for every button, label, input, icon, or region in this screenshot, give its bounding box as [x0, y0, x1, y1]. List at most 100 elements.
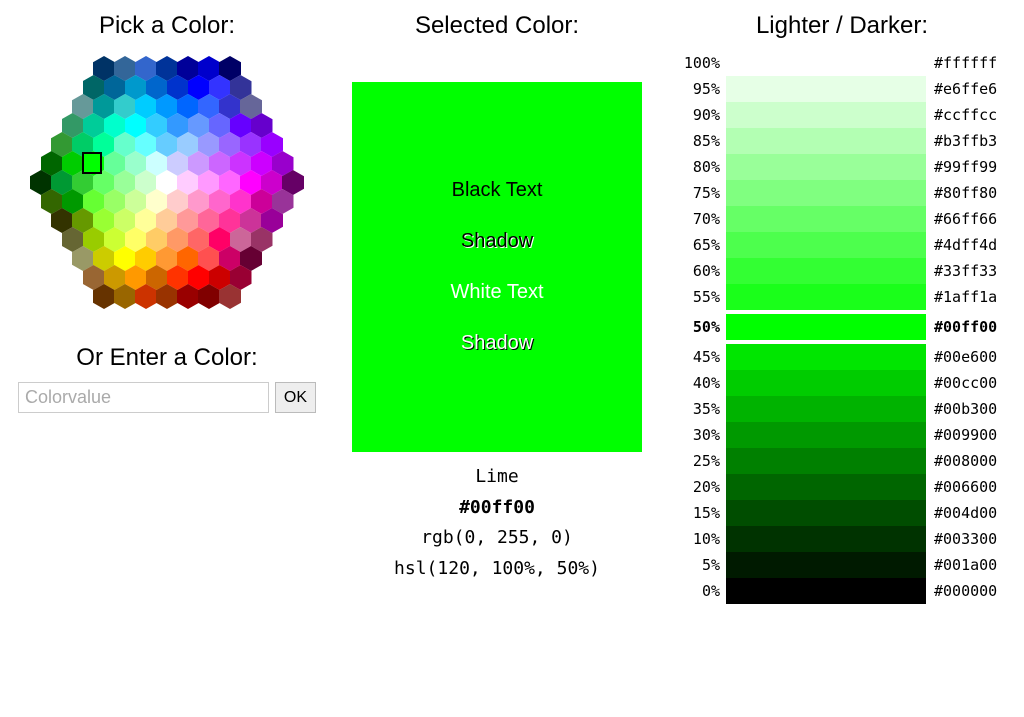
scale-percent: 0%: [672, 578, 726, 604]
scale-hex-value: #4dff4d: [926, 232, 1012, 258]
scale-color-bar[interactable]: [726, 370, 926, 396]
scale-color-bar[interactable]: [726, 232, 926, 258]
scale-color-bar[interactable]: [726, 206, 926, 232]
enter-color-title: Or Enter a Color:: [12, 344, 322, 372]
scale-color-bar[interactable]: [726, 128, 926, 154]
scale-color-bar[interactable]: [726, 314, 926, 340]
scale-row[interactable]: 55% #1aff1a: [672, 284, 1012, 310]
scale-row[interactable]: 90% #ccffcc: [672, 102, 1012, 128]
selected-title: Selected Color:: [342, 12, 652, 40]
scale-color-bar[interactable]: [726, 422, 926, 448]
scale-row[interactable]: 40%#00cc00: [672, 370, 1012, 396]
scale-color-bar[interactable]: [726, 180, 926, 206]
scale-color-bar[interactable]: [726, 154, 926, 180]
scale-hex-value: #e6ffe6: [926, 76, 1012, 102]
hex-cell[interactable]: [177, 284, 199, 309]
scale-color-bar[interactable]: [726, 578, 926, 604]
hex-cell[interactable]: [156, 284, 178, 309]
scale-color-bar[interactable]: [726, 284, 926, 310]
scale-row[interactable]: 85% #b3ffb3: [672, 128, 1012, 154]
scale-row[interactable]: 70%#66ff66: [672, 206, 1012, 232]
scale-color-bar[interactable]: [726, 76, 926, 102]
scale-row[interactable]: 0% #000000: [672, 578, 1012, 604]
scale-row[interactable]: 100% #ffffff: [672, 50, 1012, 76]
scale-row[interactable]: 20% #006600: [672, 474, 1012, 500]
scale-percent: 50%: [672, 314, 726, 340]
scale-hex-value: #b3ffb3: [926, 128, 1012, 154]
scale-hex-value: #00e600: [926, 344, 1012, 370]
scale-hex-value: #ffffff: [926, 50, 1012, 76]
ok-button[interactable]: OK: [275, 382, 316, 413]
scale-percent: 60%: [672, 258, 726, 284]
scale-hex-value: #00b300: [926, 396, 1012, 422]
scale-hex-value: #006600: [926, 474, 1012, 500]
hex-cell[interactable]: [114, 284, 136, 309]
scale-percent: 85%: [672, 128, 726, 154]
scale-hex-value: #99ff99: [926, 154, 1012, 180]
scale-row[interactable]: 15% #004d00: [672, 500, 1012, 526]
scale-percent: 100%: [672, 50, 726, 76]
sample-black-shadow: Shadow: [461, 230, 533, 253]
scale-color-bar[interactable]: [726, 50, 926, 76]
hex-cell[interactable]: [93, 284, 115, 309]
scale-hex-value: #004d00: [926, 500, 1012, 526]
scale-hex-value: #009900: [926, 422, 1012, 448]
lightness-scale-panel: Lighter / Darker: 100%#ffffff95%#e6ffe69…: [672, 8, 1012, 604]
scale-row[interactable]: 75%#80ff80: [672, 180, 1012, 206]
scale-hex-value: #000000: [926, 578, 1012, 604]
scale-color-bar[interactable]: [726, 344, 926, 370]
scale-row[interactable]: 35% #00b300: [672, 396, 1012, 422]
scale-hex-value: #003300: [926, 526, 1012, 552]
hex-selected-marker[interactable]: [82, 152, 102, 174]
hex-cell[interactable]: [198, 284, 220, 309]
scale-percent: 10%: [672, 526, 726, 552]
scale-color-bar[interactable]: [726, 448, 926, 474]
lightness-scale: 100% #ffffff 95% #e6ffe6 90% #ccffcc 85% #b3ffb…: [672, 50, 1012, 604]
scale-percent: 80%: [672, 154, 726, 180]
scale-hex-value: #ccffcc: [926, 102, 1012, 128]
scale-color-bar[interactable]: [726, 526, 926, 552]
scale-percent: 5%: [672, 552, 726, 578]
scale-row[interactable]: 45% #00e600: [672, 344, 1012, 370]
scale-percent: 15%: [672, 500, 726, 526]
selected-color-swatch: Black Text Shadow White Text Shadow: [352, 82, 642, 452]
scale-percent: 95%: [672, 76, 726, 102]
hex-cell[interactable]: [135, 284, 157, 309]
scale-hex-value: #00cc00: [926, 370, 1012, 396]
scale-row[interactable]: 50%#00ff00: [672, 310, 1012, 344]
selected-name: Lime: [342, 462, 652, 493]
selected-hex: #00ff00: [342, 493, 652, 524]
scale-row[interactable]: 30%#009900: [672, 422, 1012, 448]
scale-hex-value: #80ff80: [926, 180, 1012, 206]
scale-color-bar[interactable]: [726, 396, 926, 422]
scale-row[interactable]: 60% #33ff33: [672, 258, 1012, 284]
scale-hex-value: #1aff1a: [926, 284, 1012, 310]
scale-row[interactable]: 10% #003300: [672, 526, 1012, 552]
scale-row[interactable]: 5% #001a00: [672, 552, 1012, 578]
scale-row[interactable]: 95% #e6ffe6: [672, 76, 1012, 102]
color-value-input[interactable]: [18, 382, 269, 413]
scale-row[interactable]: 80% #99ff99: [672, 154, 1012, 180]
scale-color-bar[interactable]: [726, 552, 926, 578]
scale-color-bar[interactable]: [726, 500, 926, 526]
scale-color-bar[interactable]: [726, 102, 926, 128]
scale-row[interactable]: 25%#008000: [672, 448, 1012, 474]
scale-percent: 35%: [672, 396, 726, 422]
scale-hex-value: #66ff66: [926, 206, 1012, 232]
scale-hex-value: #008000: [926, 448, 1012, 474]
scale-row[interactable]: 65%#4dff4d: [672, 232, 1012, 258]
scale-hex-value: #33ff33: [926, 258, 1012, 284]
scale-percent: 20%: [672, 474, 726, 500]
scale-color-bar[interactable]: [726, 258, 926, 284]
scale-percent: 45%: [672, 344, 726, 370]
scale-percent: 55%: [672, 284, 726, 310]
sample-white-text: White Text: [451, 281, 544, 304]
hex-cell[interactable]: [219, 284, 241, 309]
scale-title: Lighter / Darker:: [672, 12, 1012, 40]
scale-hex-value: #001a00: [926, 552, 1012, 578]
picker-title: Pick a Color:: [12, 12, 322, 40]
hex-color-map[interactable]: [27, 50, 307, 330]
scale-color-bar[interactable]: [726, 474, 926, 500]
selected-color-meta: Lime #00ff00 rgb(0, 255, 0) hsl(120, 100…: [342, 462, 652, 584]
scale-percent: 90%: [672, 102, 726, 128]
